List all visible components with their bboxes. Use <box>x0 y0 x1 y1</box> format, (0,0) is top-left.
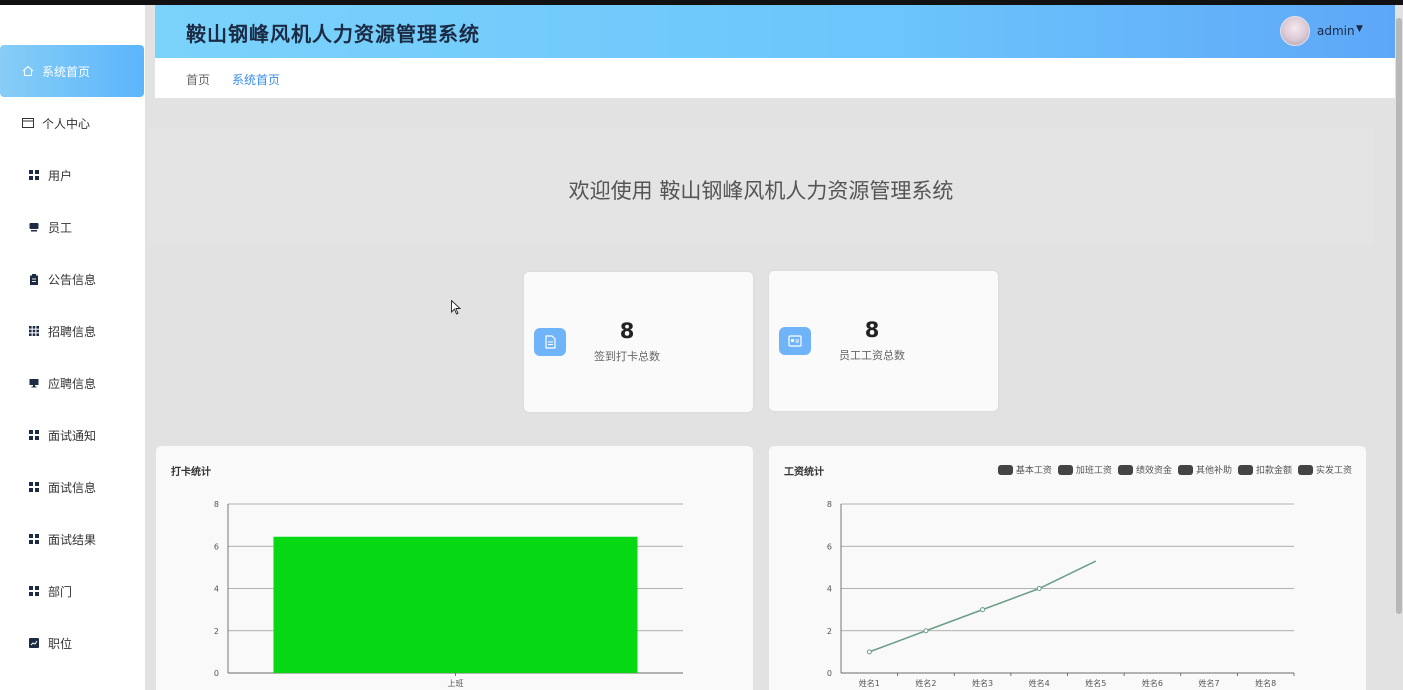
sidebar-item-label: 应聘信息 <box>48 376 97 391</box>
sidebar: 系统首页 个人中心 用户 员工 公告信息 招聘信息 应聘信息 面试通知 面试信息… <box>0 5 145 690</box>
data-point <box>980 607 986 613</box>
data-point <box>923 628 929 634</box>
mouse-cursor-icon <box>451 299 462 319</box>
x-tick-label: 姓名8 <box>1255 678 1276 688</box>
stat-card-salary: 8 员工工资总数 <box>769 271 998 411</box>
breadcrumb-current[interactable]: 系统首页 <box>232 71 280 88</box>
grid-icon <box>28 169 40 181</box>
chart-icon <box>28 637 40 649</box>
y-tick-label: 8 <box>827 500 832 509</box>
y-tick-label: 2 <box>827 627 832 636</box>
document-icon <box>534 328 566 356</box>
data-point <box>866 649 872 655</box>
id-card-icon <box>779 327 811 355</box>
sidebar-item-interview-result[interactable]: 面试结果 <box>0 513 145 565</box>
sidebar-item-label: 用户 <box>48 168 73 183</box>
welcome-text: 欢迎使用 鞍山钢峰风机人力资源管理系统 <box>568 179 954 203</box>
sidebar-item-interview-notice[interactable]: 面试通知 <box>0 409 145 461</box>
card-icon <box>22 117 34 129</box>
breadcrumb-home[interactable]: 首页 <box>186 71 210 88</box>
sidebar-item-position[interactable]: 职位 <box>0 617 145 669</box>
y-tick-label: 4 <box>214 585 219 594</box>
x-tick-label: 姓名2 <box>915 678 936 688</box>
x-tick-label: 姓名4 <box>1029 678 1050 688</box>
avatar[interactable] <box>1280 16 1310 46</box>
y-tick-label: 2 <box>214 627 219 636</box>
sidebar-item-employee[interactable]: 员工 <box>0 201 145 253</box>
user-name[interactable]: admin <box>1317 24 1355 38</box>
y-tick-label: 0 <box>214 669 219 678</box>
y-tick-label: 8 <box>214 500 219 509</box>
caret-down-icon[interactable]: ▼ <box>1356 24 1363 34</box>
app-title: 鞍山钢峰风机人力资源管理系统 <box>186 22 480 46</box>
grid9-icon <box>28 325 40 337</box>
checkin-bar-chart: 0 2 4 6 8 上班 <box>214 500 683 688</box>
sidebar-item-department[interactable]: 部门 <box>0 565 145 617</box>
y-tick-label: 0 <box>827 669 832 678</box>
sidebar-item-home[interactable]: 系统首页 <box>0 45 144 97</box>
bar <box>273 536 638 673</box>
sidebar-item-interview-info[interactable]: 面试信息 <box>0 461 145 513</box>
stat-value: 8 <box>864 318 880 342</box>
breadcrumb: 首页 系统首页 <box>155 58 1395 98</box>
salary-chart-panel: 工资统计 基本工资 加班工资 绩效资金 其他补助 扣款金额 实发工资 0 2 4 6 8 姓名1 姓名… <box>769 446 1366 690</box>
stat-card-checkin: 8 签到打卡总数 <box>524 272 753 412</box>
sidebar-item-label: 部门 <box>48 584 73 599</box>
grid-icon <box>28 429 40 441</box>
x-tick-label: 姓名6 <box>1142 678 1163 688</box>
x-tick-label: 姓名1 <box>859 678 880 688</box>
sidebar-item-label: 公告信息 <box>48 272 97 287</box>
clipboard-icon <box>28 273 40 285</box>
sidebar-item-users[interactable]: 用户 <box>0 149 145 201</box>
sidebar-item-label: 面试通知 <box>48 428 97 443</box>
sidebar-item-label: 面试结果 <box>48 532 97 547</box>
y-tick-label: 6 <box>827 542 832 551</box>
grid-icon <box>28 481 40 493</box>
checkin-chart-panel: 打卡统计 0 2 4 6 8 上班 <box>156 446 753 690</box>
grid-icon <box>28 533 40 545</box>
x-tick-label: 姓名7 <box>1199 678 1220 688</box>
y-tick-label: 6 <box>214 542 219 551</box>
stat-label: 签到打卡总数 <box>594 350 660 363</box>
sidebar-item-label: 职位 <box>48 636 73 651</box>
sidebar-item-label: 招聘信息 <box>48 324 97 339</box>
x-tick-label: 姓名3 <box>972 678 993 688</box>
sidebar-item-recruitment[interactable]: 招聘信息 <box>0 305 145 357</box>
y-tick-label: 4 <box>827 585 832 594</box>
series-line <box>869 560 1097 653</box>
sidebar-item-personal-center[interactable]: 个人中心 <box>0 97 145 149</box>
x-tick-label: 姓名5 <box>1085 678 1106 688</box>
stat-value: 8 <box>619 319 635 343</box>
sidebar-item-label: 员工 <box>48 220 73 235</box>
sidebar-item-notice[interactable]: 公告信息 <box>0 253 145 305</box>
monitor-icon <box>28 221 40 233</box>
data-point <box>1036 586 1042 591</box>
welcome-banner: 欢迎使用 鞍山钢峰风机人力资源管理系统 <box>148 128 1374 246</box>
app-header: 鞍山钢峰风机人力资源管理系统 admin ▼ <box>155 5 1395 58</box>
grid-icon <box>28 585 40 597</box>
x-tick-label: 上班 <box>448 678 464 688</box>
sidebar-item-label: 系统首页 <box>42 64 91 79</box>
salary-line-chart: 0 2 4 6 8 姓名1 姓名2 姓名3 姓名4 姓名5 姓名6 姓名7 姓名8 <box>827 500 1295 688</box>
sidebar-item-label: 个人中心 <box>42 116 91 131</box>
sidebar-item-label: 面试信息 <box>48 480 97 495</box>
sidebar-item-application[interactable]: 应聘信息 <box>0 357 145 409</box>
stat-label: 员工工资总数 <box>839 349 905 362</box>
monitor-icon <box>28 377 40 389</box>
home-icon <box>22 65 34 77</box>
scrollbar[interactable] <box>1396 18 1402 614</box>
